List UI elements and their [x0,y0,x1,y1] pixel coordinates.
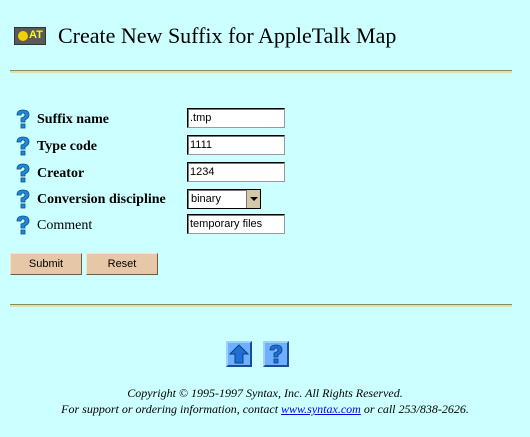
type-code-input[interactable]: 1111 [187,135,285,155]
support-suffix: or call 253/838-2626. [360,402,469,416]
header: AT Create New Suffix for AppleTalk Map [14,20,396,52]
support-text: For support or ordering information, con… [0,401,530,417]
conversion-discipline-value: binary [191,193,221,205]
copyright-text: Copyright © 1995-1997 Syntax, Inc. All R… [127,386,403,400]
up-arrow-icon[interactable] [226,341,252,367]
reset-button[interactable]: Reset [86,253,158,275]
chevron-down-icon[interactable] [246,190,260,208]
help-icon[interactable] [14,189,32,209]
help-icon[interactable] [14,215,32,235]
syntax-website-link[interactable]: www.syntax.com [281,402,361,416]
appletalk-logo-icon: AT [14,27,46,45]
page: AT Create New Suffix for AppleTalk Map S… [0,0,530,437]
creator-label: Creator [37,166,85,181]
form-row-conversion-discipline: Conversion discipline [14,189,314,211]
help-icon[interactable] [14,163,32,183]
suffix-name-input[interactable]: .tmp [187,108,285,128]
logo-text: AT [29,29,43,41]
type-code-label: Type code [37,139,98,154]
help-nav-icon[interactable] [263,341,289,367]
conversion-discipline-label: Conversion discipline [37,192,166,207]
comment-label: Comment [37,218,93,233]
help-icon[interactable] [14,136,32,156]
page-title: Create New Suffix for AppleTalk Map [58,23,397,48]
conversion-discipline-select[interactable]: binary [187,189,261,209]
support-prefix: For support or ordering information, con… [61,402,282,416]
help-icon[interactable] [14,109,32,129]
suffix-name-label: Suffix name [37,112,109,127]
bottom-divider [10,304,512,307]
top-divider [10,70,512,73]
creator-input[interactable]: 1234 [187,162,285,182]
comment-input[interactable]: temporary files [187,214,285,234]
submit-button[interactable]: Submit [10,253,82,275]
